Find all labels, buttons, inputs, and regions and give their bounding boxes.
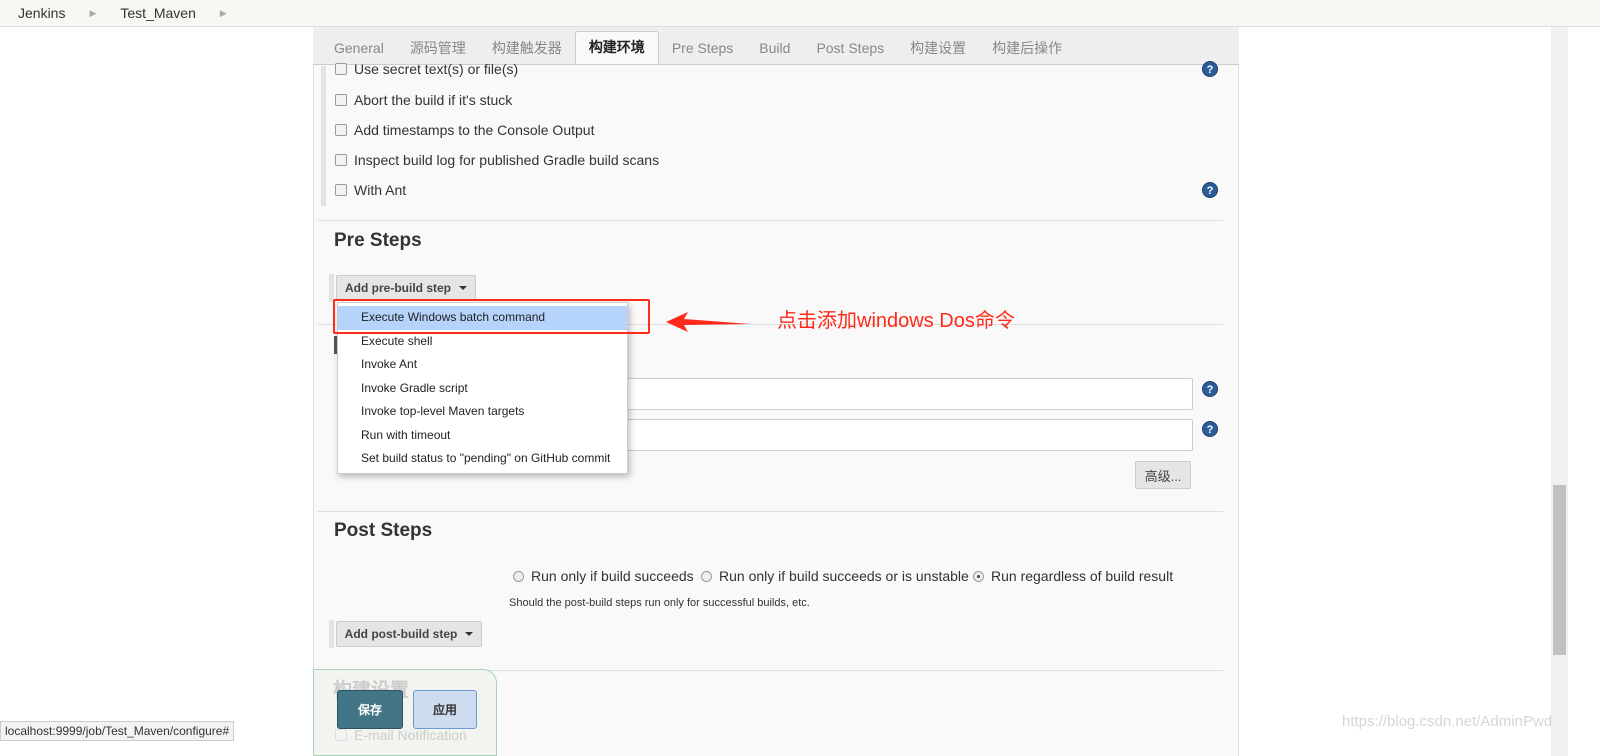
option-label: With Ant [354, 182, 407, 198]
section-bar [329, 274, 334, 302]
checkbox[interactable] [335, 154, 347, 166]
build-field-1[interactable] [600, 378, 1193, 410]
advanced-button[interactable]: 高级... [1135, 461, 1191, 489]
scrollbar[interactable] [1551, 27, 1568, 756]
annotation-text: 点击添加windows Dos命令 [777, 310, 1015, 332]
breadcrumb: Jenkins ▶ Test_Maven ▶ [0, 0, 1600, 27]
tab-triggers[interactable]: 构建触发器 [479, 34, 575, 64]
tab-general[interactable]: General [321, 34, 397, 64]
tab-post-steps[interactable]: Post Steps [803, 34, 897, 64]
highlight-box [333, 299, 650, 334]
option-timestamps[interactable]: Add timestamps to the Console Output [335, 122, 594, 138]
tab-build[interactable]: Build [746, 34, 803, 64]
radio[interactable] [973, 570, 984, 582]
radio[interactable] [701, 570, 712, 582]
radio-label: Run only if build succeeds [531, 568, 694, 584]
option-secret[interactable]: Use secret text(s) or file(s) [335, 61, 518, 77]
chevron-right-icon[interactable]: ▶ [89, 8, 96, 19]
post-steps-title: Post Steps [334, 520, 433, 541]
tab-build-settings[interactable]: 构建设置 [897, 34, 979, 64]
option-label: Inspect build log for published Gradle b… [354, 152, 660, 168]
checkbox[interactable] [335, 63, 347, 75]
option-label: Add timestamps to the Console Output [354, 122, 595, 138]
menu-item-github-pending[interactable]: Set build status to "pending" on GitHub … [338, 447, 627, 471]
option-abort-stuck[interactable]: Abort the build if it's stuck [335, 92, 512, 108]
arrow-left-icon [666, 312, 750, 332]
tab-post-build[interactable]: 构建后操作 [979, 34, 1075, 64]
tab-build-env[interactable]: 构建环境 [574, 31, 659, 64]
save-button[interactable]: 保存 [337, 690, 403, 729]
pre-steps-title: Pre Steps [334, 230, 422, 251]
caret-down-icon [459, 286, 467, 290]
caret-down-icon [465, 632, 474, 636]
post-steps-hint: Should the post-build steps run only for… [509, 597, 810, 609]
apply-button[interactable]: 应用 [413, 690, 477, 729]
menu-item-timeout[interactable]: Run with timeout [338, 424, 627, 448]
radio[interactable] [513, 570, 524, 582]
radio-label: Run regardless of build result [991, 568, 1174, 584]
option-label: Use secret text(s) or file(s) [354, 61, 519, 77]
breadcrumb-jenkins[interactable]: Jenkins [18, 5, 65, 21]
option-with-ant[interactable]: With Ant [335, 182, 406, 198]
option-label: E-mail Notification [354, 727, 467, 743]
button-label: Add post-build step [344, 627, 458, 641]
radio-label: Run only if build succeeds or is unstabl… [719, 568, 969, 584]
help-icon[interactable]: ? [1202, 421, 1218, 437]
menu-item-gradle[interactable]: Invoke Gradle script [338, 377, 627, 401]
radio-success-unstable[interactable]: Run only if build succeeds or is unstabl… [701, 568, 969, 584]
divider [318, 511, 1223, 512]
button-label: Add pre-build step [345, 281, 451, 295]
config-tabs: General 源码管理 构建触发器 构建环境 Pre Steps Build … [313, 27, 1239, 65]
option-label: Abort the build if it's stuck [354, 92, 513, 108]
help-icon[interactable]: ? [1202, 61, 1218, 77]
checkbox[interactable] [335, 184, 347, 196]
menu-item-ant[interactable]: Invoke Ant [338, 353, 627, 377]
tab-pre-steps[interactable]: Pre Steps [659, 34, 746, 64]
watermark: https://blog.csdn.net/AdminPwd [1342, 713, 1553, 730]
add-pre-build-step-button[interactable]: Add pre-build step [336, 275, 476, 301]
breadcrumb-job[interactable]: Test_Maven [120, 5, 195, 21]
divider [318, 220, 1223, 221]
status-url: localhost:9999/job/Test_Maven/configure# [0, 721, 235, 741]
radio-success[interactable]: Run only if build succeeds [513, 568, 694, 584]
chevron-right-icon[interactable]: ▶ [220, 8, 227, 19]
menu-item-maven[interactable]: Invoke top-level Maven targets [338, 400, 627, 424]
help-icon[interactable]: ? [1202, 182, 1218, 198]
option-email[interactable]: E-mail Notification [335, 727, 467, 743]
checkbox[interactable] [335, 94, 347, 106]
section-bar [329, 620, 334, 648]
help-icon[interactable]: ? [1202, 381, 1218, 397]
option-gradle-scans[interactable]: Inspect build log for published Gradle b… [335, 152, 659, 168]
checkbox[interactable] [335, 729, 347, 741]
checkbox[interactable] [335, 124, 347, 136]
radio-regardless[interactable]: Run regardless of build result [973, 568, 1173, 584]
add-post-build-step-button[interactable]: Add post-build step [336, 621, 482, 647]
tab-scm[interactable]: 源码管理 [397, 34, 479, 64]
build-field-2[interactable] [600, 419, 1193, 451]
scrollbar-thumb[interactable] [1553, 485, 1566, 655]
section-bar [321, 66, 326, 206]
